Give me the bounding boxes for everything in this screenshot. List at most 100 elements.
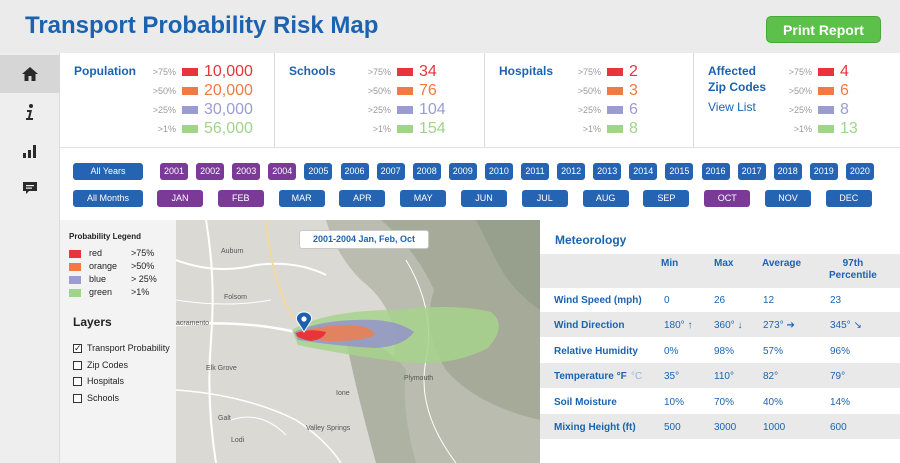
risk-map[interactable]: Auburn Folsom acramento Elk Grove Galt L…	[176, 220, 540, 463]
month-chip-jan[interactable]: JAN	[157, 190, 203, 207]
year-chip-2012[interactable]: 2012	[557, 163, 586, 180]
month-chip-jul[interactable]: JUL	[521, 190, 568, 207]
layer-toggle[interactable]: Zip Codes	[73, 359, 177, 372]
map-label-sacramento: acramento	[176, 320, 209, 327]
year-chip-2016[interactable]: 2016	[701, 163, 730, 180]
population-value: 10,000	[204, 63, 253, 80]
year-chip-2004[interactable]: 2004	[268, 163, 297, 180]
threshold-label: >1%	[157, 124, 176, 134]
year-chip-2001[interactable]: 2001	[160, 163, 188, 180]
month-chip-mar[interactable]: MAR	[278, 190, 325, 207]
met-min: 0	[664, 295, 670, 306]
month-chip-may[interactable]: MAY	[400, 190, 447, 207]
year-chip-2010[interactable]: 2010	[484, 163, 513, 180]
year-chip-2020[interactable]: 2020	[845, 163, 874, 180]
layer-checkbox[interactable]	[73, 393, 82, 403]
color-swatch	[607, 106, 623, 114]
month-chip-feb[interactable]: FEB	[217, 190, 264, 207]
info-icon	[26, 104, 33, 120]
all-months-button[interactable]: All Months	[73, 190, 143, 207]
met-p97: 79°	[830, 371, 846, 383]
sidebar-item-charts[interactable]	[0, 131, 60, 169]
met-p97: 345° ↘	[830, 320, 862, 332]
comment-icon	[23, 182, 37, 194]
sidebar-item-info[interactable]	[0, 93, 60, 131]
map-label-elk-grove: Elk Grove	[206, 365, 237, 372]
layer-toggle[interactable]: Schools	[73, 392, 177, 405]
col-97th-line1: 97th	[842, 258, 864, 269]
hospitals-value: 6	[629, 101, 638, 118]
color-swatch	[818, 125, 834, 133]
year-chip-2015[interactable]: 2015	[665, 163, 694, 180]
year-chip-2018[interactable]: 2018	[773, 163, 802, 180]
sidebar-item-comments[interactable]	[0, 169, 60, 207]
schools-row: >1% 154	[363, 120, 473, 138]
population-title: Population	[74, 64, 136, 78]
layer-toggle[interactable]: ✓ Transport Probability	[73, 342, 177, 355]
year-chip-2009[interactable]: 2009	[448, 163, 477, 180]
zip-codes-card: Affected Zip Codes View List >75% 4 >50% 6 >…	[694, 53, 900, 147]
color-swatch	[182, 106, 198, 114]
top-bar: Transport Probability Risk Map Print Rep…	[0, 0, 900, 53]
map-label-ione: Ione	[336, 390, 350, 397]
schools-row: >75% 34	[363, 63, 473, 81]
schools-value: 104	[419, 101, 446, 118]
meteorology-row: Wind Speed (mph) 0 26 12 23	[540, 287, 900, 312]
year-chip-2011[interactable]: 2011	[521, 163, 549, 180]
legend-panel: Probability Legend red >75% orange >50% blue…	[60, 220, 176, 463]
all-years-button[interactable]: All Years	[73, 163, 143, 180]
month-chip-nov[interactable]: NOV	[765, 190, 811, 207]
month-chip-dec[interactable]: DEC	[825, 190, 872, 207]
year-chip-2003[interactable]: 2003	[232, 163, 261, 180]
layer-checkbox[interactable]: ✓	[73, 344, 82, 353]
met-max: 110°	[714, 371, 734, 383]
layer-checkbox[interactable]	[73, 360, 82, 370]
year-chip-2014[interactable]: 2014	[629, 163, 658, 180]
print-report-button[interactable]: Print Report	[766, 16, 881, 43]
hospitals-value: 2	[629, 63, 638, 80]
met-min: 10%	[664, 396, 685, 408]
home-icon	[22, 67, 38, 81]
year-chip-2008[interactable]: 2008	[412, 163, 441, 180]
year-chip-2013[interactable]: 2013	[593, 163, 622, 180]
year-chip-2005[interactable]: 2005	[304, 163, 333, 180]
year-chip-2006[interactable]: 2006	[340, 163, 369, 180]
col-min: Min	[661, 258, 679, 269]
map-canvas[interactable]: Auburn Folsom acramento Elk Grove Galt L…	[176, 220, 540, 463]
layer-label: Hospitals	[87, 376, 125, 386]
schools-row: >25% 104	[363, 101, 473, 119]
threshold-label: >25%	[152, 105, 176, 115]
map-label-galt: Galt	[218, 415, 231, 422]
month-chip-apr[interactable]: APR	[339, 190, 386, 207]
schools-value: 76	[419, 82, 437, 99]
month-chip-oct[interactable]: OCT	[704, 190, 751, 207]
population-value: 56,000	[204, 120, 253, 137]
layer-checkbox[interactable]	[73, 377, 82, 386]
population-row: >75% 10,000	[148, 63, 258, 81]
color-swatch	[397, 68, 413, 76]
month-chip-jun[interactable]: JUN	[461, 190, 507, 207]
hospitals-row: >75% 2	[573, 63, 683, 81]
threshold-label: >50%	[152, 86, 176, 96]
map-label-valley-springs: Valley Springs	[306, 425, 351, 432]
met-p97: 96%	[830, 345, 851, 357]
year-chip-2002[interactable]: 2002	[196, 163, 225, 180]
population-row: >1% 56,000	[148, 120, 258, 138]
view-list-link[interactable]: View List	[708, 100, 756, 114]
sidebar-item-home[interactable]	[0, 55, 60, 93]
met-max: 70%	[714, 396, 735, 408]
month-chip-aug[interactable]: AUG	[582, 190, 629, 207]
legend-title: Probability Legend	[69, 232, 142, 241]
population-card: Population >75% 10,000 >50% 20,000 >25% 30,00…	[60, 53, 275, 147]
month-chip-sep[interactable]: SEP	[643, 190, 690, 207]
map-label-auburn: Auburn	[221, 248, 244, 255]
layer-toggle[interactable]: Hospitals	[73, 375, 177, 388]
color-swatch	[397, 125, 413, 133]
zip-value: 6	[840, 82, 849, 99]
year-chip-2007[interactable]: 2007	[376, 163, 405, 180]
population-value: 30,000	[204, 101, 253, 118]
threshold-label: >25%	[788, 105, 812, 115]
year-chip-2017[interactable]: 2017	[737, 163, 766, 180]
unit-toggle-celsius[interactable]: °C	[631, 371, 642, 382]
year-chip-2019[interactable]: 2019	[809, 163, 838, 180]
